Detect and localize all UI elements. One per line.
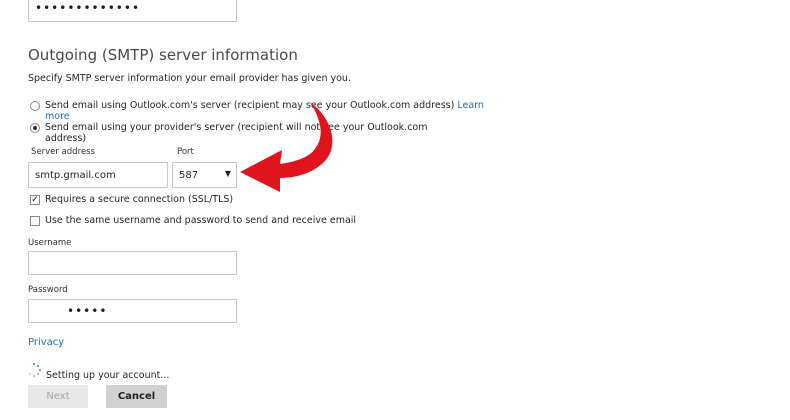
checkbox-secure-connection[interactable]: ✓	[30, 195, 40, 205]
cancel-button[interactable]: Cancel	[106, 385, 167, 408]
section-title: Outgoing (SMTP) server information	[28, 46, 298, 64]
server-address-label: Server address	[31, 147, 95, 157]
checkbox-option-same-credentials[interactable]: Use the same username and password to se…	[28, 215, 368, 229]
password-value: •••••	[67, 304, 108, 318]
loading-spinner-icon	[27, 363, 41, 377]
username-input[interactable]	[28, 251, 237, 275]
port-label: Port	[177, 147, 194, 157]
password-input[interactable]: •••••	[28, 299, 237, 323]
checkbox-same-credentials-label: Use the same username and password to se…	[45, 215, 357, 226]
top-password-value: •••••••••••••	[35, 1, 141, 15]
port-select[interactable]: 587 ▼	[172, 162, 237, 188]
next-button[interactable]: Next	[28, 385, 88, 408]
checkbox-secure-label: Requires a secure connection (SSL/TLS)	[45, 194, 234, 205]
privacy-link[interactable]: Privacy	[28, 337, 64, 348]
checkbox-same-credentials[interactable]	[30, 216, 40, 226]
server-address-value: smtp.gmail.com	[35, 169, 116, 181]
radio-outlook-server[interactable]	[30, 101, 40, 111]
server-address-input[interactable]: smtp.gmail.com	[28, 162, 168, 188]
username-label: Username	[28, 238, 72, 248]
dropdown-caret-icon: ▼	[224, 169, 231, 178]
top-password-field[interactable]: •••••••••••••	[28, 0, 237, 22]
section-description: Specify SMTP server information your ema…	[28, 73, 351, 84]
red-curved-arrow-icon	[240, 102, 333, 192]
status-text: Setting up your account...	[46, 370, 170, 381]
radio-provider-server[interactable]	[30, 123, 40, 133]
port-value: 587	[179, 169, 199, 181]
password-label: Password	[28, 285, 68, 295]
